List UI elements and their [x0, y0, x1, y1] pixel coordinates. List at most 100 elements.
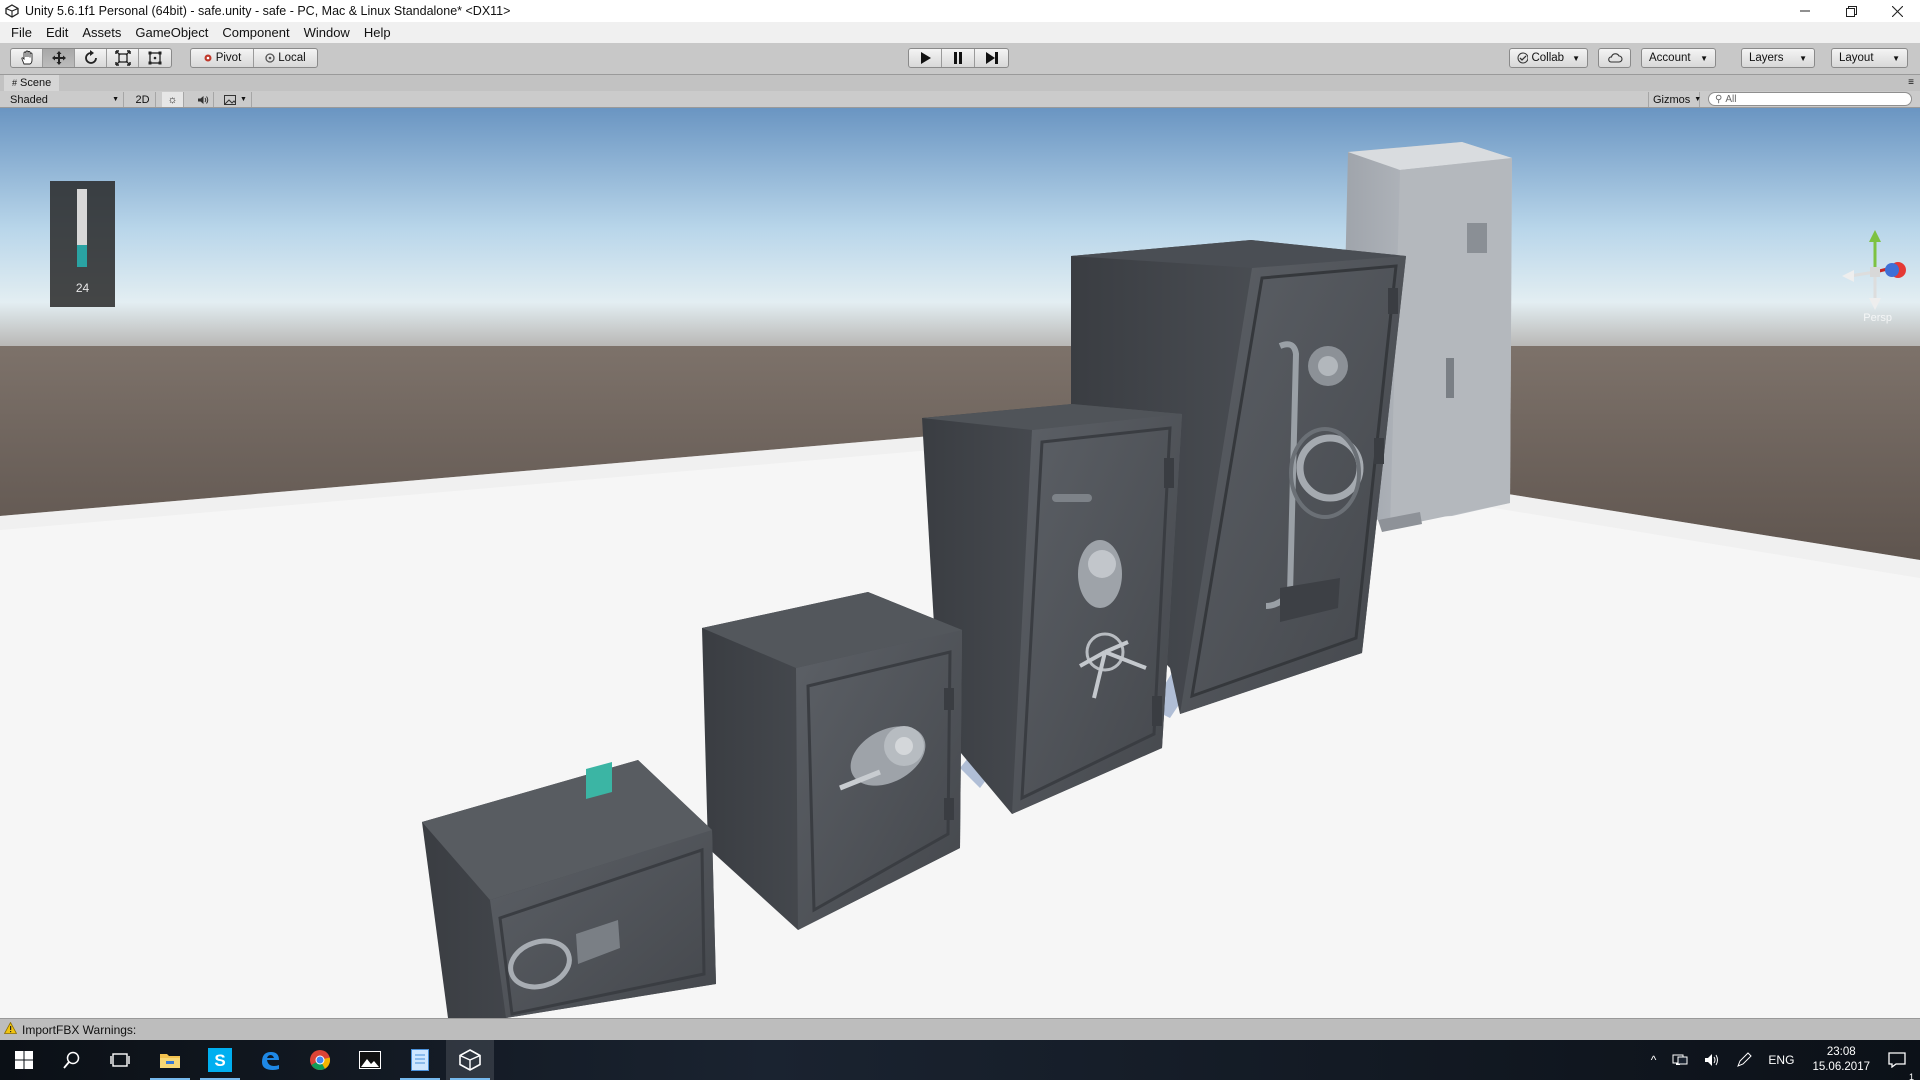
local-toggle[interactable]: Local	[254, 49, 317, 67]
gizmos-dropdown[interactable]: Gizmos ▼	[1648, 92, 1702, 107]
rotate-icon	[84, 50, 97, 64]
skype-button[interactable]: S	[196, 1040, 244, 1080]
menu-edit[interactable]: Edit	[39, 25, 75, 40]
shading-mode-dropdown[interactable]: Shaded ▼	[6, 92, 124, 107]
notepad-icon	[411, 1049, 429, 1071]
volume-icon[interactable]	[1696, 1053, 1728, 1067]
photos-button[interactable]	[346, 1040, 394, 1080]
system-tray: ^ ENG 23:08 15.06.2017 1	[1643, 1040, 1920, 1080]
windows-start-icon	[15, 1051, 33, 1069]
image-icon	[224, 94, 237, 105]
start-button[interactable]	[0, 1040, 48, 1080]
menu-gameobject[interactable]: GameObject	[128, 25, 215, 40]
pivot-toggle[interactable]: Pivot	[191, 49, 254, 67]
folder-icon	[160, 1054, 180, 1068]
rotate-tool-button[interactable]	[75, 49, 107, 67]
search-placeholder: All	[1725, 93, 1737, 105]
2d-toggle[interactable]: 2D	[130, 92, 156, 107]
edge-button[interactable]	[246, 1040, 294, 1080]
network-icon[interactable]	[1664, 1053, 1696, 1067]
chrome-button[interactable]	[296, 1040, 344, 1080]
pivot-label: Pivot	[215, 52, 242, 64]
account-dropdown[interactable]: Account ▼	[1641, 48, 1716, 68]
projection-label[interactable]: Persp	[1863, 312, 1892, 324]
cloud-icon	[1607, 53, 1622, 63]
clock[interactable]: 23:08 15.06.2017	[1802, 1045, 1880, 1075]
scene-tab-strip: # Scene ≡	[0, 75, 1920, 91]
show-hidden-icons-button[interactable]: ^	[1643, 1053, 1665, 1067]
pen-icon[interactable]	[1728, 1052, 1760, 1068]
search-icon: ⚲	[1715, 93, 1723, 105]
close-button[interactable]	[1874, 0, 1920, 22]
menu-component[interactable]: Component	[215, 25, 296, 40]
scene-controls-bar: Shaded ▼ 2D ☼ ▼ Gizmos ▼ ⚲ All	[0, 91, 1920, 108]
menu-window[interactable]: Window	[297, 25, 357, 40]
svg-text:S: S	[214, 1051, 225, 1070]
notepad-button[interactable]	[396, 1040, 444, 1080]
playback-controls	[908, 48, 1009, 68]
chevron-down-icon: ▼	[1694, 96, 1702, 103]
tab-scene[interactable]: # Scene	[4, 75, 60, 91]
collab-label: Collab	[1531, 52, 1565, 64]
unity-icon	[459, 1049, 481, 1071]
pause-button[interactable]	[942, 49, 975, 67]
effects-dropdown[interactable]: ▼	[220, 92, 252, 107]
scale-tool-button[interactable]	[107, 49, 139, 67]
tab-scene-label: Scene	[20, 77, 52, 89]
step-button[interactable]	[975, 49, 1008, 67]
move-tool-button[interactable]	[43, 49, 75, 67]
task-view-icon	[110, 1053, 130, 1067]
taskbar-search-button[interactable]	[48, 1040, 96, 1080]
menu-file[interactable]: File	[4, 25, 39, 40]
audio-toggle[interactable]	[192, 92, 214, 107]
chrome-icon	[310, 1050, 331, 1071]
check-icon	[1517, 52, 1529, 64]
speaker-icon	[197, 95, 208, 104]
menu-assets[interactable]: Assets	[75, 25, 128, 40]
layers-dropdown[interactable]: Layers ▼	[1741, 48, 1815, 68]
pivot-local-group: Pivot Local	[190, 48, 318, 68]
chevron-down-icon: ▼	[112, 96, 119, 103]
pause-icon	[954, 52, 962, 64]
minimize-button[interactable]	[1782, 0, 1828, 22]
layout-label: Layout	[1839, 52, 1874, 64]
clock-time: 23:08	[1826, 1046, 1856, 1058]
notification-icon	[1888, 1052, 1906, 1068]
status-bar[interactable]: ImportFBX Warnings:	[0, 1018, 1920, 1040]
layout-dropdown[interactable]: Layout ▼	[1831, 48, 1908, 68]
cloud-button[interactable]	[1598, 48, 1631, 68]
rect-tool-button[interactable]	[139, 49, 171, 67]
hand-tool-button[interactable]	[11, 49, 43, 67]
chevron-down-icon: ▼	[240, 96, 247, 103]
task-view-button[interactable]	[96, 1040, 144, 1080]
file-explorer-button[interactable]	[146, 1040, 194, 1080]
unity-taskbar-button[interactable]	[446, 1040, 494, 1080]
language-indicator[interactable]: ENG	[1760, 1053, 1802, 1067]
clock-date: 15.06.2017	[1812, 1061, 1870, 1073]
chevron-down-icon: ▼	[1892, 53, 1900, 63]
lighting-toggle[interactable]: ☼	[162, 92, 184, 107]
meter-fill	[77, 245, 87, 267]
scene-viewport[interactable]: 24 Persp	[0, 108, 1920, 1018]
notification-count: 1	[1908, 1072, 1914, 1080]
rect-icon	[148, 51, 162, 65]
menu-bar: File Edit Assets GameObject Component Wi…	[0, 22, 1920, 43]
panel-menu-icon[interactable]: ≡	[1908, 77, 1914, 88]
play-button[interactable]	[909, 49, 942, 67]
scene-render	[0, 108, 1920, 1018]
window-title: Unity 5.6.1f1 Personal (64bit) - safe.un…	[25, 4, 511, 18]
restore-button[interactable]	[1828, 0, 1874, 22]
orientation-gizmo-icon[interactable]	[1842, 230, 1908, 310]
local-icon	[265, 53, 275, 63]
photos-icon	[359, 1051, 381, 1069]
warning-icon	[3, 1021, 18, 1037]
render-level-meter: 24	[50, 181, 115, 307]
pivot-icon	[204, 54, 212, 62]
2d-label: 2D	[135, 93, 150, 106]
chevron-down-icon: ▼	[1799, 53, 1807, 63]
action-center-button[interactable]: 1	[1880, 1052, 1920, 1080]
scene-search-input[interactable]: ⚲ All	[1708, 92, 1912, 106]
collab-dropdown[interactable]: Collab ▼	[1509, 48, 1588, 68]
menu-help[interactable]: Help	[357, 25, 398, 40]
play-icon	[921, 52, 931, 64]
